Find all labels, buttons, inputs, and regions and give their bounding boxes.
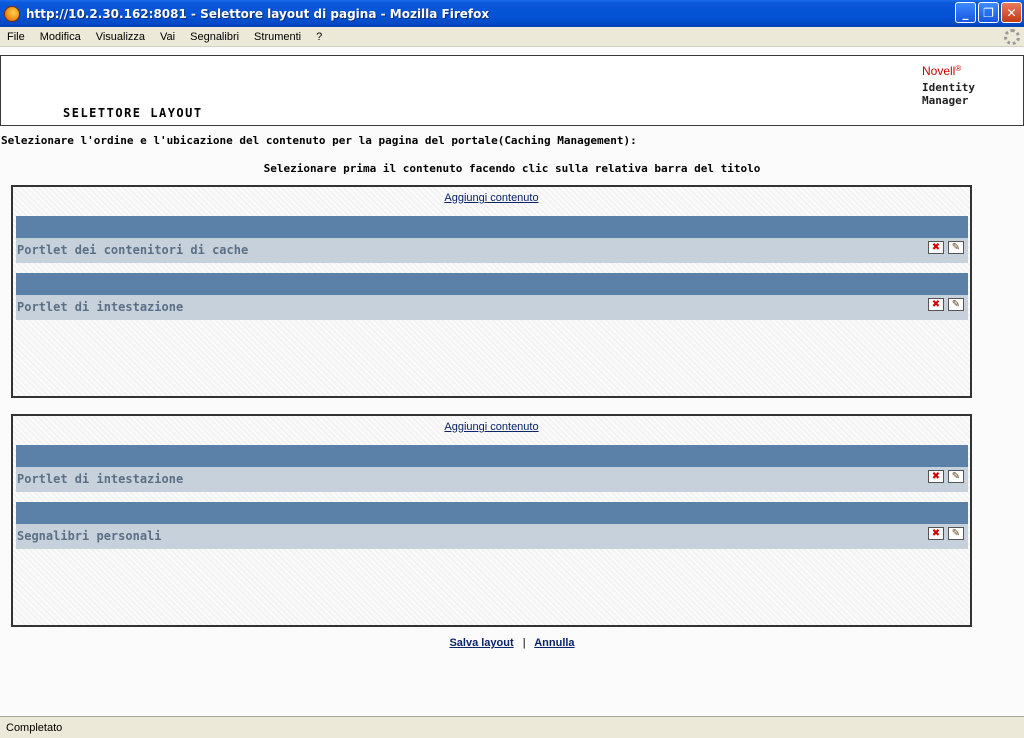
portlet-title: Portlet dei contenitori di cache (17, 243, 249, 257)
cancel-link[interactable]: Annulla (534, 637, 574, 649)
add-content-link[interactable]: Aggiungi contenuto (13, 192, 970, 204)
window-controls: _ ❐ ✕ (955, 2, 1022, 23)
portlet-title: Portlet di intestazione (17, 472, 184, 486)
status-bar: Completato (0, 716, 1024, 738)
delete-icon[interactable]: ✖ (928, 298, 944, 311)
portlet-item[interactable]: Portlet di intestazione ✖ ✎ (16, 273, 968, 320)
brand-name: Novell (922, 64, 956, 78)
edit-icon[interactable]: ✎ (948, 527, 964, 540)
portlet-body: Portlet di intestazione ✖ ✎ (16, 467, 968, 492)
portlet-body: Portlet dei contenitori di cache ✖ ✎ (16, 238, 968, 263)
throbber-icon (1004, 29, 1020, 45)
portlet-title-bar[interactable] (16, 273, 968, 295)
menu-segnalibri[interactable]: Segnalibri (183, 31, 247, 43)
layout-actions: Salva layout | Annulla (0, 637, 1024, 649)
portlet-item[interactable]: Portlet dei contenitori di cache ✖ ✎ (16, 216, 968, 263)
delete-icon[interactable]: ✖ (928, 241, 944, 254)
link-separator: | (522, 637, 526, 649)
portlet-title: Portlet di intestazione (17, 300, 184, 314)
menu-bar: File Modifica Visualizza Vai Segnalibri … (0, 27, 1024, 47)
portlet-title-bar[interactable] (16, 502, 968, 524)
menu-file[interactable]: File (0, 31, 33, 43)
edit-icon[interactable]: ✎ (948, 470, 964, 483)
portlet-title: Segnalibri personali (17, 529, 162, 543)
menu-modifica[interactable]: Modifica (33, 31, 89, 43)
menu-help[interactable]: ? (309, 31, 330, 43)
brand-logo: Novell® (922, 64, 961, 78)
close-button[interactable]: ✕ (1001, 2, 1022, 23)
product-name: Identity Manager (922, 81, 975, 107)
edit-icon[interactable]: ✎ (948, 241, 964, 254)
portlet-body: Segnalibri personali ✖ ✎ (16, 524, 968, 549)
portlet-item[interactable]: Segnalibri personali ✖ ✎ (16, 502, 968, 549)
layout-region-2: Aggiungi contenuto Portlet di intestazio… (11, 414, 972, 627)
window-title: http://10.2.30.162:8081 - Selettore layo… (26, 6, 490, 21)
page-header: SELETTORE LAYOUT Novell® Identity Manage… (0, 55, 1024, 126)
menu-strumenti[interactable]: Strumenti (247, 31, 309, 43)
add-content-link[interactable]: Aggiungi contenuto (13, 421, 970, 433)
page-title: SELETTORE LAYOUT (63, 106, 203, 120)
delete-icon[interactable]: ✖ (928, 527, 944, 540)
layout-region-1: Aggiungi contenuto Portlet dei contenito… (11, 185, 972, 398)
portlet-title-bar[interactable] (16, 216, 968, 238)
portlet-title-bar[interactable] (16, 445, 968, 467)
firefox-icon (4, 5, 20, 22)
brand-registered-mark: ® (955, 64, 962, 73)
window-titlebar[interactable]: http://10.2.30.162:8081 - Selettore layo… (0, 0, 1024, 27)
menu-visualizza[interactable]: Visualizza (89, 31, 153, 43)
maximize-button[interactable]: ❐ (978, 2, 999, 23)
delete-icon[interactable]: ✖ (928, 470, 944, 483)
portlet-item[interactable]: Portlet di intestazione ✖ ✎ (16, 445, 968, 492)
minimize-button[interactable]: _ (955, 2, 976, 23)
instruction-text: Selezionare l'ordine e l'ubicazione del … (1, 134, 637, 147)
edit-icon[interactable]: ✎ (948, 298, 964, 311)
portlet-body: Portlet di intestazione ✖ ✎ (16, 295, 968, 320)
selection-hint: Selezionare prima il contenuto facendo c… (263, 162, 761, 175)
menu-vai[interactable]: Vai (153, 31, 183, 43)
status-text: Completato (6, 721, 63, 734)
save-layout-link[interactable]: Salva layout (449, 637, 513, 649)
